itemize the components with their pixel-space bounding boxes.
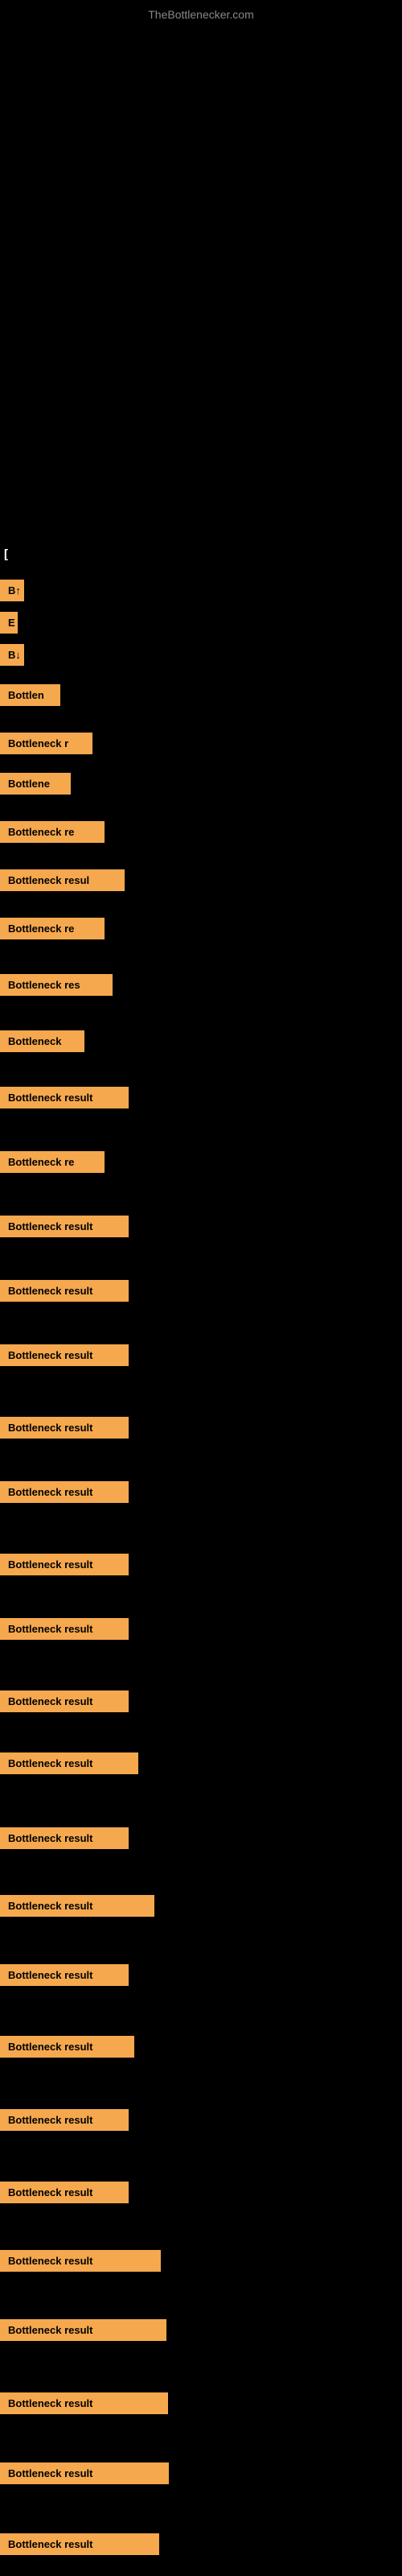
bottleneck-label-4: Bottlen — [0, 684, 60, 706]
bottleneck-label-17: Bottleneck result — [0, 1417, 129, 1439]
bottleneck-label-11: Bottleneck — [0, 1030, 84, 1052]
bottleneck-label-32: Bottleneck result — [0, 2462, 169, 2484]
bottleneck-label-14: Bottleneck result — [0, 1216, 129, 1237]
site-title: TheBottlenecker.com — [0, 0, 402, 29]
bottleneck-label-10: Bottleneck res — [0, 974, 113, 996]
bottleneck-label-3: B↓ — [0, 644, 24, 666]
bottleneck-label-29: Bottleneck result — [0, 2250, 161, 2272]
bottleneck-label-21: Bottleneck result — [0, 1690, 129, 1712]
bottleneck-label-25: Bottleneck result — [0, 1964, 129, 1986]
bottleneck-label-12: Bottleneck result — [0, 1087, 129, 1108]
bottleneck-label-15: Bottleneck result — [0, 1280, 129, 1302]
bottleneck-label-6: Bottlene — [0, 773, 71, 795]
bottleneck-label-16: Bottleneck result — [0, 1344, 129, 1366]
bottleneck-label-9: Bottleneck re — [0, 918, 105, 939]
bottleneck-label-23: Bottleneck result — [0, 1827, 129, 1849]
bottleneck-label-33: Bottleneck result — [0, 2533, 159, 2555]
bottleneck-label-27: Bottleneck result — [0, 2109, 129, 2131]
bottleneck-label-7: Bottleneck re — [0, 821, 105, 843]
bottleneck-label-28: Bottleneck result — [0, 2182, 129, 2203]
bottleneck-label-1: B↑ — [0, 580, 24, 601]
bottleneck-label-2: E — [0, 612, 18, 634]
bottleneck-label-5: Bottleneck r — [0, 733, 92, 754]
bottleneck-label-19: Bottleneck result — [0, 1554, 129, 1575]
bottleneck-label-13: Bottleneck re — [0, 1151, 105, 1173]
bottleneck-label-20: Bottleneck result — [0, 1618, 129, 1640]
bottleneck-label-8: Bottleneck resul — [0, 869, 125, 891]
bottleneck-label-30: Bottleneck result — [0, 2319, 166, 2341]
bottleneck-label-22: Bottleneck result — [0, 1752, 138, 1774]
section-bracket: [ — [4, 547, 8, 561]
bottleneck-label-24: Bottleneck result — [0, 1895, 154, 1917]
bottleneck-label-31: Bottleneck result — [0, 2392, 168, 2414]
bottleneck-label-26: Bottleneck result — [0, 2036, 134, 2058]
bottleneck-label-18: Bottleneck result — [0, 1481, 129, 1503]
